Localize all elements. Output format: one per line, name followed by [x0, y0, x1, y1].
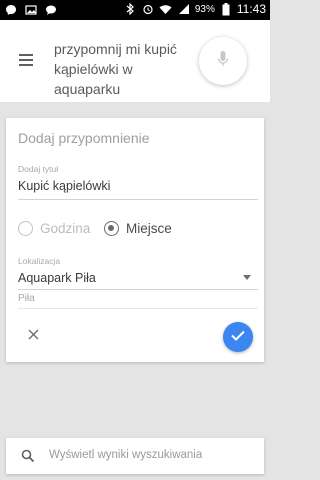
check-icon	[231, 328, 245, 346]
wifi-icon	[159, 2, 173, 16]
gallery-icon	[24, 3, 38, 17]
location-sub-underline	[18, 308, 258, 309]
status-bar: 93% 11:43	[0, 0, 270, 20]
radio-place[interactable]	[104, 221, 119, 236]
title-field-label: Dodaj tytuł	[18, 164, 59, 174]
chat-icon	[44, 3, 58, 17]
alarm-icon	[141, 2, 155, 16]
bluetooth-icon	[123, 2, 137, 16]
battery-icon	[219, 2, 233, 16]
signal-icon	[177, 2, 191, 16]
location-underline	[18, 289, 258, 290]
location-label: Lokalizacja	[18, 256, 61, 266]
reminder-card: Dodaj przypomnienie Dodaj tytuł Kupić ką…	[6, 118, 264, 362]
radio-time-label[interactable]: Godzina	[40, 221, 90, 236]
close-icon	[28, 327, 39, 345]
mic-button[interactable]	[199, 37, 247, 85]
search-icon	[21, 449, 35, 463]
radio-time[interactable]	[18, 221, 33, 236]
show-results-text: Wyświetl wyniki wyszukiwania	[49, 449, 203, 461]
card-title: Dodaj przypomnienie	[18, 130, 150, 146]
location-sub: Piła	[18, 293, 35, 304]
close-button[interactable]	[24, 327, 42, 345]
menu-icon[interactable]	[19, 54, 33, 66]
messenger-icon	[4, 3, 18, 17]
show-results-bar[interactable]: Wyświetl wyniki wyszukiwania	[6, 438, 264, 474]
battery-percent: 93%	[194, 3, 215, 15]
title-field[interactable]: Kupić kąpielówki	[18, 179, 110, 193]
radio-place-label[interactable]: Miejsce	[126, 221, 172, 236]
voice-query-text[interactable]: przypomnij mi kupić kąpielówki w aquapar…	[54, 39, 194, 99]
title-field-underline	[18, 199, 258, 200]
location-select[interactable]: Aquapark Piła	[18, 271, 96, 285]
confirm-button[interactable]	[223, 322, 253, 352]
mic-icon	[217, 50, 229, 73]
clock: 11:43	[236, 2, 266, 16]
search-header: przypomnij mi kupić kąpielówki w aquapar…	[0, 20, 270, 102]
chevron-down-icon[interactable]	[243, 275, 251, 280]
